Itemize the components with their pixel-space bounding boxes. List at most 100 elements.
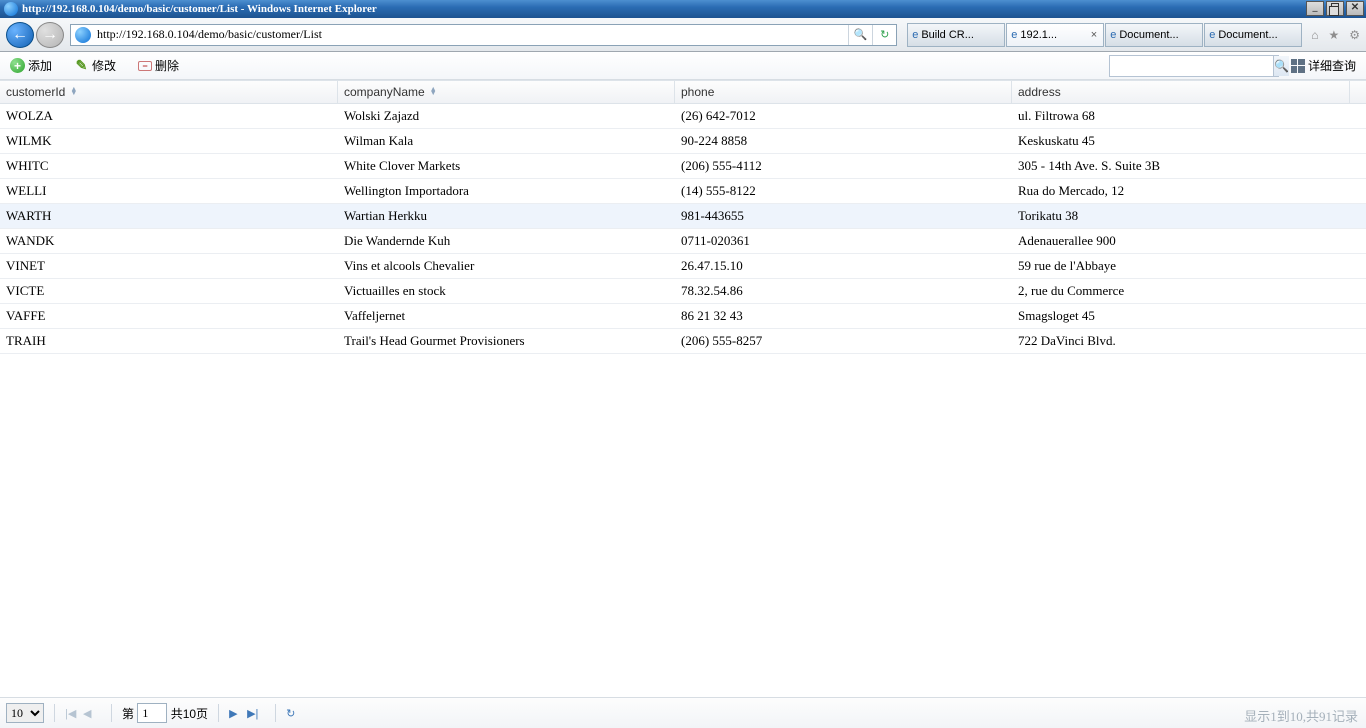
table-row[interactable]: VICTEVictuailles en stock78.32.54.862, r… (0, 279, 1366, 304)
pager-bar: 10 |◀ ◀ 第 共10页 ▶ ▶| ↻ 显示1到10,共91记录 (0, 697, 1366, 728)
grid-search-box: 🔍 (1109, 55, 1279, 77)
forward-button[interactable]: → (36, 22, 64, 48)
cell-customerId: WARTH (0, 204, 338, 228)
table-row[interactable]: WARTHWartian Herkku981-443655Torikatu 38 (0, 204, 1366, 229)
table-row[interactable]: TRAIHTrail's Head Gourmet Provisioners(2… (0, 329, 1366, 354)
cell-address: 305 - 14th Ave. S. Suite 3B (1012, 154, 1350, 178)
add-button-label: 添加 (28, 57, 52, 74)
col-header-customerId[interactable]: customerId▲▼ (0, 81, 338, 103)
ie-favicon-icon (75, 27, 91, 43)
status-text: 显示1到10,共91记录 (1244, 709, 1358, 724)
cell-companyName: Wellington Importadora (338, 179, 675, 203)
data-grid: customerId▲▼companyName▲▼phoneaddress WO… (0, 80, 1366, 354)
cell-phone: 78.32.54.86 (675, 279, 1012, 303)
grid-body: WOLZAWolski Zajazd(26) 642-7012ul. Filtr… (0, 104, 1366, 354)
detail-search-button[interactable]: 详细查询 (1287, 55, 1360, 76)
sort-icon: ▲▼ (430, 88, 437, 96)
next-page-button[interactable]: ▶ (229, 707, 247, 720)
close-button[interactable]: ✕ (1346, 1, 1364, 16)
cell-address: 722 DaVinci Blvd. (1012, 329, 1350, 353)
cell-address: Rua do Mercado, 12 (1012, 179, 1350, 203)
cell-address: Keskuskatu 45 (1012, 129, 1350, 153)
tab-label: Document... (1119, 29, 1178, 41)
cell-companyName: White Clover Markets (338, 154, 675, 178)
cell-companyName: Wolski Zajazd (338, 104, 675, 128)
last-page-button[interactable]: ▶| (247, 707, 265, 720)
browser-tab[interactable]: eBuild CR... (907, 23, 1005, 47)
tab-favicon-icon: e (1110, 29, 1116, 41)
cell-companyName: Victuailles en stock (338, 279, 675, 303)
reload-button[interactable]: ↻ (286, 707, 304, 720)
col-header-address[interactable]: address (1012, 81, 1350, 103)
edit-button[interactable]: ✎ 修改 (70, 55, 120, 76)
table-row[interactable]: WELLIWellington Importadora(14) 555-8122… (0, 179, 1366, 204)
page-toolbar: + 添加 ✎ 修改 − 删除 🔍 详细查询 (0, 52, 1366, 80)
first-page-button[interactable]: |◀ (65, 707, 83, 720)
grid-search-input[interactable] (1110, 57, 1273, 75)
table-row[interactable]: WANDKDie Wandernde Kuh0711-020361Adenaue… (0, 229, 1366, 254)
refresh-button[interactable]: ↻ (872, 25, 896, 45)
table-row[interactable]: WHITCWhite Clover Markets(206) 555-41123… (0, 154, 1366, 179)
window-title-bar: http://192.168.0.104/demo/basic/customer… (0, 0, 1366, 18)
page-input[interactable] (137, 703, 167, 723)
edit-button-label: 修改 (92, 57, 116, 74)
pager-status-area: 显示1到10,共91记录 (1244, 706, 1358, 725)
tab-strip: eBuild CR...e192.1...×eDocument...eDocum… (907, 23, 1303, 47)
back-button[interactable]: ← (6, 22, 34, 48)
ie-logo-icon (4, 2, 18, 16)
cell-phone: (206) 555-4112 (675, 154, 1012, 178)
table-row[interactable]: VINETVins et alcools Chevalier26.47.15.1… (0, 254, 1366, 279)
window-title: http://192.168.0.104/demo/basic/customer… (22, 3, 377, 15)
cell-phone: (206) 555-8257 (675, 329, 1012, 353)
page-size-select[interactable]: 10 (6, 703, 44, 723)
browser-nav-bar: ← → 🔍 ↻ eBuild CR...e192.1...×eDocument.… (0, 18, 1366, 52)
tab-favicon-icon: e (1011, 29, 1017, 41)
cell-customerId: WANDK (0, 229, 338, 253)
cell-companyName: Vaffeljernet (338, 304, 675, 328)
search-dropdown-icon[interactable]: 🔍 (848, 25, 872, 45)
cell-companyName: Wartian Herkku (338, 204, 675, 228)
window-controls: _ ✕ (1304, 1, 1364, 16)
restore-button[interactable] (1326, 1, 1344, 16)
cell-phone: 26.47.15.10 (675, 254, 1012, 278)
grid-header: customerId▲▼companyName▲▼phoneaddress (0, 80, 1366, 104)
tools-gear-icon[interactable]: ⚙ (1349, 28, 1360, 42)
cell-phone: (14) 555-8122 (675, 179, 1012, 203)
cell-phone: 0711-020361 (675, 229, 1012, 253)
delete-button-label: 删除 (155, 57, 179, 74)
sort-icon: ▲▼ (70, 88, 77, 96)
cell-customerId: WOLZA (0, 104, 338, 128)
browser-tab[interactable]: e192.1... × (1006, 23, 1104, 47)
home-icon[interactable]: ⌂ (1311, 28, 1318, 42)
minimize-button[interactable]: _ (1306, 1, 1324, 16)
page-label-prefix: 第 (122, 705, 134, 722)
cell-customerId: WILMK (0, 129, 338, 153)
favorites-icon[interactable]: ★ (1328, 28, 1339, 42)
cell-customerId: VAFFE (0, 304, 338, 328)
cell-customerId: VINET (0, 254, 338, 278)
tab-favicon-icon: e (1209, 29, 1215, 41)
browser-tab[interactable]: eDocument... (1105, 23, 1203, 47)
cell-address: Smagsloget 45 (1012, 304, 1350, 328)
cell-companyName: Trail's Head Gourmet Provisioners (338, 329, 675, 353)
grid-icon (1291, 59, 1305, 73)
browser-tab[interactable]: eDocument... (1204, 23, 1302, 47)
url-input[interactable] (95, 26, 848, 44)
cell-companyName: Wilman Kala (338, 129, 675, 153)
table-row[interactable]: VAFFEVaffeljernet86 21 32 43Smagsloget 4… (0, 304, 1366, 329)
cell-address: Torikatu 38 (1012, 204, 1350, 228)
table-row[interactable]: WILMKWilman Kala90-224 8858Keskuskatu 45 (0, 129, 1366, 154)
tab-close-icon[interactable]: × (1089, 29, 1099, 41)
col-header-phone[interactable]: phone (675, 81, 1012, 103)
delete-button[interactable]: − 删除 (134, 55, 183, 76)
col-header-companyName[interactable]: companyName▲▼ (338, 81, 675, 103)
tab-label: 192.1... (1020, 29, 1057, 41)
tab-favicon-icon: e (912, 29, 918, 41)
cell-phone: 981-443655 (675, 204, 1012, 228)
prev-page-button[interactable]: ◀ (83, 707, 101, 720)
add-button[interactable]: + 添加 (6, 55, 56, 76)
table-row[interactable]: WOLZAWolski Zajazd(26) 642-7012ul. Filtr… (0, 104, 1366, 129)
cell-phone: (26) 642-7012 (675, 104, 1012, 128)
cell-address: 2, rue du Commerce (1012, 279, 1350, 303)
total-pages-label: 共10页 (171, 705, 208, 722)
